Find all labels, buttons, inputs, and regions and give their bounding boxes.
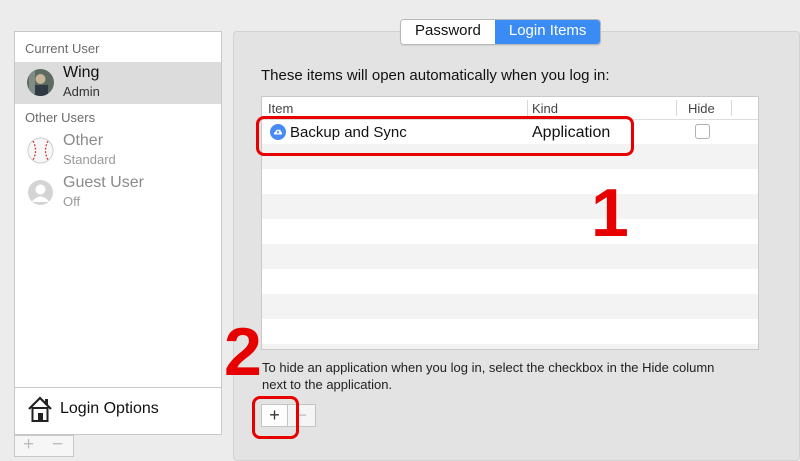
login-options-button[interactable]: Login Options [15, 387, 221, 434]
user-role: Off [63, 194, 81, 209]
baseball-icon [27, 137, 54, 164]
table-row [262, 169, 758, 194]
login-options-label: Login Options [60, 400, 159, 417]
user-row-other[interactable]: Other Standard [15, 130, 221, 172]
user-name: Guest User [63, 174, 144, 191]
user-avatar [27, 69, 54, 96]
annotation-number-1: 1 [591, 175, 629, 251]
user-row-guest[interactable]: Guest User Off [15, 172, 221, 214]
column-separator [527, 100, 528, 116]
add-user-button[interactable]: + [23, 435, 34, 455]
tab-password[interactable]: Password [401, 20, 495, 44]
table-row [262, 269, 758, 294]
hide-checkbox[interactable] [695, 124, 710, 139]
column-header-kind[interactable]: Kind [532, 101, 558, 116]
annotation-highlight-add-button [252, 396, 299, 439]
user-role: Admin [63, 84, 100, 99]
user-role: Standard [63, 152, 116, 167]
hide-help-text: To hide an application when you log in, … [262, 360, 715, 392]
table-row [262, 244, 758, 269]
tab-login-items[interactable]: Login Items [494, 20, 601, 44]
current-user-heading: Current User [25, 41, 100, 56]
other-users-heading: Other Users [25, 110, 96, 125]
table-row [262, 294, 758, 319]
tab-bar: Password Login Items [400, 19, 602, 45]
user-add-remove-controls: + − [14, 435, 74, 457]
table-row [262, 319, 758, 344]
user-name: Other [63, 132, 104, 149]
annotation-number-2: 2 [224, 314, 262, 390]
column-separator [731, 100, 732, 116]
table-row [262, 194, 758, 219]
house-icon [28, 396, 52, 422]
table-row [262, 344, 758, 349]
guest-user-icon [27, 179, 54, 206]
user-name: Wing [63, 64, 100, 81]
user-list: Current User Wing Admin Other Users Othe… [14, 31, 222, 435]
remove-user-button[interactable]: − [52, 435, 63, 455]
column-header-hide[interactable]: Hide [688, 101, 715, 116]
table-row [262, 219, 758, 244]
column-header-item[interactable]: Item [268, 101, 293, 116]
user-row-wing[interactable]: Wing Admin [15, 62, 221, 104]
login-items-intro: These items will open automatically when… [261, 67, 610, 84]
column-separator [676, 100, 677, 116]
annotation-highlight-row [256, 116, 634, 156]
